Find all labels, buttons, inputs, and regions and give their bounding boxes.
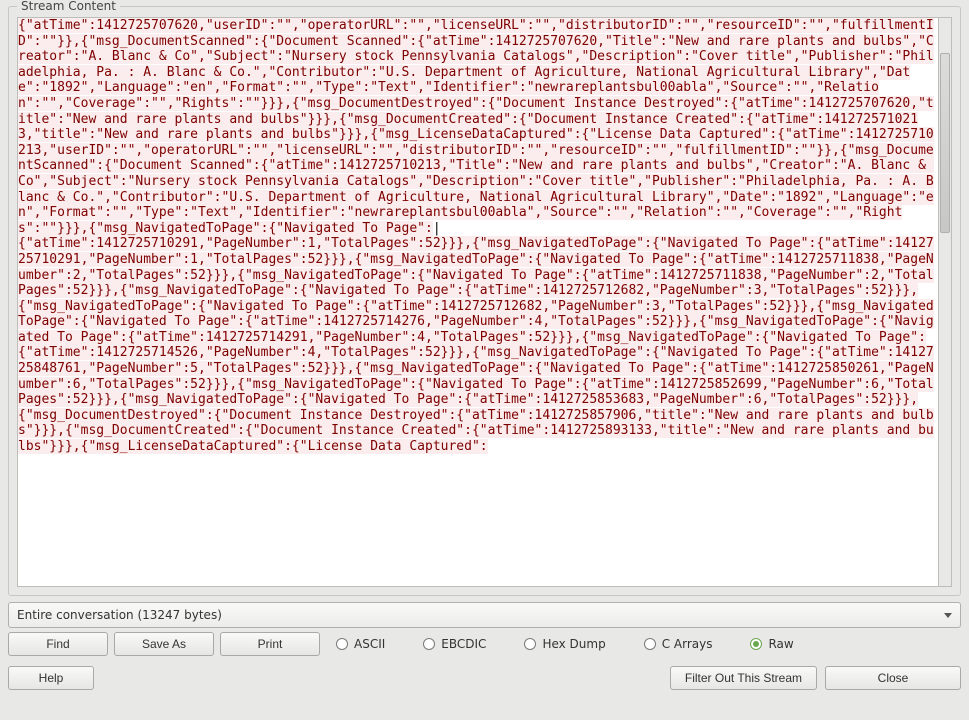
filter-out-button[interactable]: Filter Out This Stream [670,666,817,690]
stream-content-groupbox: Stream Content {"atTime":1412725707620,"… [8,6,961,596]
actions-row: Find Save As Print ASCII EBCDIC Hex Dump… [8,632,961,656]
format-radio-group: ASCII EBCDIC Hex Dump C Arrays Raw [336,637,794,651]
scrollbar-thumb[interactable] [940,53,950,233]
help-button[interactable]: Help [8,666,94,690]
find-button[interactable]: Find [8,632,108,656]
close-button[interactable]: Close [825,666,961,690]
bottom-row: Help Filter Out This Stream Close [8,666,961,690]
vertical-scrollbar[interactable] [939,17,952,587]
chevron-down-icon [944,613,952,618]
radio-ascii[interactable]: ASCII [336,637,385,651]
radio-hexdump[interactable]: Hex Dump [524,637,605,651]
radio-ebcdic[interactable]: EBCDIC [423,637,486,651]
save-as-button[interactable]: Save As [114,632,214,656]
radio-carrays[interactable]: C Arrays [644,637,713,651]
groupbox-title: Stream Content [17,0,120,13]
radio-raw[interactable]: Raw [750,637,793,651]
stream-content-textarea[interactable]: {"atTime":1412725707620,"userID":"","ope… [17,17,939,587]
conversation-selector-dropdown[interactable]: Entire conversation (13247 bytes) [8,602,961,628]
print-button[interactable]: Print [220,632,320,656]
dropdown-value: Entire conversation (13247 bytes) [17,608,222,622]
